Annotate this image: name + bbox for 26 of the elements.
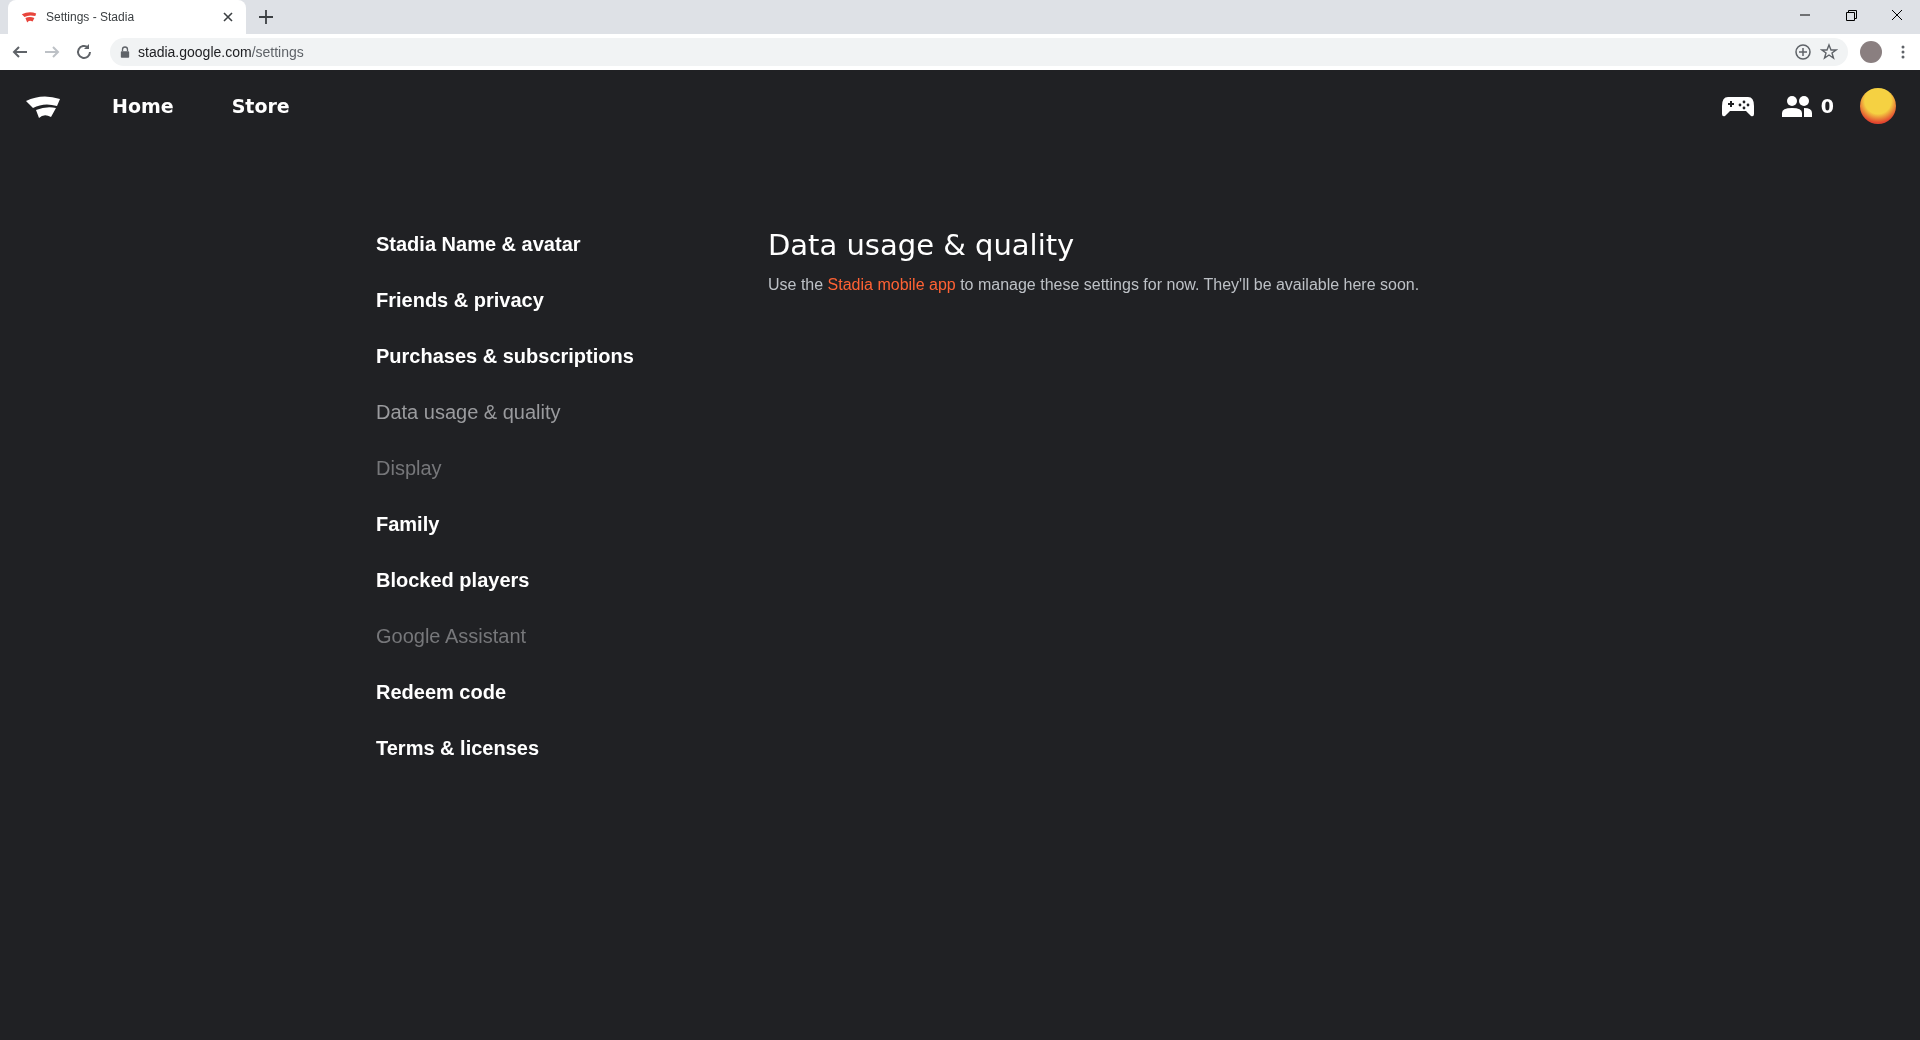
- settings-menu-item[interactable]: Purchases & subscriptions: [376, 328, 634, 384]
- star-icon[interactable]: [1820, 43, 1838, 61]
- gamepad-icon[interactable]: [1720, 94, 1755, 118]
- settings-menu-item[interactable]: Stadia Name & avatar: [376, 216, 581, 272]
- lock-icon: [120, 46, 130, 58]
- user-avatar[interactable]: [1860, 88, 1896, 124]
- page-title: Data usage & quality: [768, 228, 1076, 262]
- settings-menu-item[interactable]: Data usage & quality: [376, 384, 561, 440]
- install-icon[interactable]: [1794, 43, 1812, 61]
- info-message: Use the Stadia mobile app to manage these settings for now. They'll be available here soon.: [768, 276, 1420, 294]
- mobile-app-link[interactable]: Stadia mobile app: [827, 276, 956, 293]
- tab-title: Settings - Stadia: [46, 10, 136, 24]
- nav-link[interactable]: Home: [112, 95, 174, 117]
- settings-menu-item[interactable]: Family: [376, 496, 440, 552]
- friends-count: 0: [1820, 95, 1834, 117]
- settings-menu-item[interactable]: Redeem code: [376, 664, 507, 720]
- settings-menu-item[interactable]: Blocked players: [376, 552, 530, 608]
- nav-link[interactable]: Store: [231, 95, 290, 117]
- browser-tab[interactable]: Settings - Stadia: [8, 0, 246, 34]
- address-bar[interactable]: stadia.google.com/settings: [110, 38, 1848, 66]
- settings-menu-item[interactable]: Terms & licenses: [376, 720, 540, 776]
- profile-avatar[interactable]: [1860, 41, 1882, 63]
- friends-icon[interactable]: [1780, 95, 1813, 117]
- settings-menu-item[interactable]: Friends & privacy: [376, 272, 544, 328]
- url-text: stadia.google.com/settings: [138, 44, 304, 60]
- stadia-logo-icon[interactable]: [24, 93, 62, 119]
